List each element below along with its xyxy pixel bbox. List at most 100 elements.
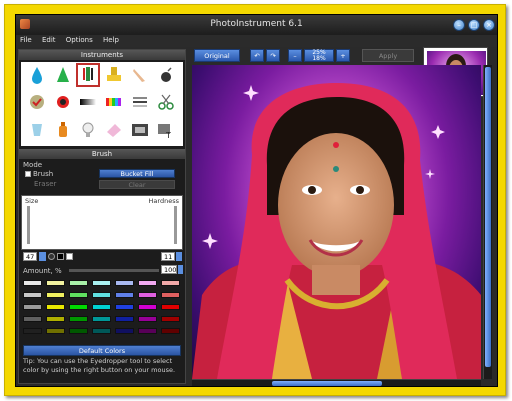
color-swatch[interactable] [92,292,111,298]
lines-icon[interactable] [130,92,150,112]
color-swatch[interactable] [23,280,42,286]
color-swatch[interactable] [46,328,65,334]
drop-icon[interactable] [27,65,47,85]
zoom-level[interactable]: 25% 18% [304,49,334,62]
original-button[interactable]: Original [194,49,240,62]
apply-button[interactable]: Apply [362,49,414,62]
bucket-fill-button[interactable]: Bucket Fill [99,169,175,178]
color-swatch[interactable] [23,292,42,298]
close-button[interactable]: × [483,19,495,31]
tip-text: Tip: You can use the Eyedropper tool to … [23,357,176,374]
color-swatch[interactable] [23,316,42,322]
bulb-icon[interactable] [78,120,98,140]
window-title: PhotoInstrument 6.1 [210,19,303,29]
amount-slider[interactable] [69,269,159,272]
brush-shape-round-icon[interactable] [48,253,55,260]
color-swatch[interactable] [115,280,134,286]
color-swatch[interactable] [69,304,88,310]
color-swatch[interactable] [92,328,111,334]
image-toolbar: Original ↶ ↷ – 25% 18% + Apply [190,49,420,62]
maximize-button[interactable]: □ [468,19,480,31]
menu-bar: File Edit Options Help [16,35,497,47]
zoom-out-icon[interactable]: – [288,49,302,62]
brush-shape-square-icon[interactable] [57,253,64,260]
color-swatch[interactable] [92,280,111,286]
size-label: Size [25,197,39,205]
brush-preview: Size Hardness [21,195,183,250]
color-swatch[interactable] [161,316,180,322]
color-wheel-icon[interactable] [53,92,73,112]
color-swatch[interactable] [161,304,180,310]
color-swatch[interactable] [138,316,157,322]
color-swatch[interactable] [161,280,180,286]
brush-panel: Brush Mode Brush Eraser Bucket Fill Clea… [19,149,185,374]
spectrum-icon[interactable] [104,92,124,112]
color-swatch[interactable] [138,292,157,298]
vertical-scrollbar[interactable] [483,65,492,379]
amount-label: Amount, % [23,267,62,275]
hardness-input[interactable]: 11 [161,252,175,261]
bomb-icon[interactable] [156,65,176,85]
color-swatch[interactable] [23,304,42,310]
color-swatch[interactable] [138,304,157,310]
horizontal-scroll-thumb[interactable] [272,381,382,386]
color-swatch[interactable] [161,292,180,298]
color-swatch[interactable] [69,316,88,322]
film-icon[interactable] [130,120,150,140]
shield-icon[interactable] [27,92,47,112]
menu-file[interactable]: File [16,35,36,45]
color-swatch[interactable] [115,316,134,322]
color-swatch[interactable] [115,328,134,334]
color-swatch[interactable] [138,328,157,334]
gradient-icon[interactable] [78,92,98,112]
brush-shape-soft-icon[interactable] [66,253,73,260]
color-swatch[interactable] [46,304,65,310]
vertical-scroll-thumb[interactable] [485,67,491,367]
color-swatch[interactable] [92,304,111,310]
menu-edit[interactable]: Edit [38,35,60,45]
zoom-in-icon[interactable]: + [336,49,350,62]
color-swatch[interactable] [46,292,65,298]
eraser-icon[interactable] [104,120,124,140]
scissors-icon[interactable] [156,92,176,112]
color-swatch[interactable] [46,280,65,286]
horizontal-scrollbar[interactable] [192,379,481,386]
color-swatch[interactable] [138,280,157,286]
stamp-icon[interactable] [104,65,124,85]
size-slider[interactable] [27,206,30,244]
redo-icon[interactable]: ↷ [266,49,280,62]
bottle-icon[interactable] [53,120,73,140]
color-swatch[interactable] [69,280,88,286]
amount-stepper[interactable] [178,265,183,274]
color-swatch[interactable] [115,292,134,298]
eraser-option-label[interactable]: Eraser [34,180,56,188]
color-swatch[interactable] [69,328,88,334]
color-swatch[interactable] [69,292,88,298]
color-swatch[interactable] [23,328,42,334]
brush-checkbox[interactable] [25,171,31,177]
size-stepper[interactable] [39,252,46,261]
svg-text:T: T [165,131,171,140]
pencil-icon[interactable] [130,65,150,85]
clear-button[interactable]: Clear [99,180,175,189]
text-icon[interactable]: T [156,120,176,140]
color-swatch[interactable] [46,316,65,322]
default-colors-button[interactable]: Default Colors [23,345,181,356]
color-swatch[interactable] [161,328,180,334]
zoom-level-bottom: 18% [312,55,326,62]
amount-input[interactable]: 100 [161,265,177,274]
image-canvas[interactable] [192,65,481,379]
size-input[interactable]: 47 [23,252,37,261]
menu-help[interactable]: Help [99,35,123,45]
menu-options[interactable]: Options [62,35,97,45]
undo-icon[interactable]: ↶ [250,49,264,62]
color-swatch[interactable] [115,304,134,310]
cup-icon[interactable] [27,120,47,140]
cone-icon[interactable] [53,65,73,85]
minimize-button[interactable]: – [453,19,465,31]
hardness-slider[interactable] [174,206,177,244]
color-swatch[interactable] [92,316,111,322]
hardness-stepper[interactable] [176,252,182,261]
brush-icon[interactable] [76,63,100,87]
brush-mode-option[interactable]: Brush [25,170,53,178]
